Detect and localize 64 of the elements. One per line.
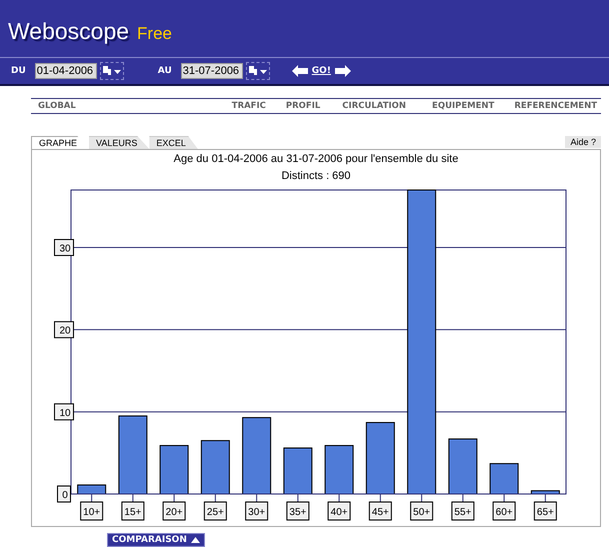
x-tick-label: 30+ — [248, 507, 266, 518]
x-tick-label: 50+ — [410, 502, 434, 520]
bar — [448, 438, 478, 494]
calendar-dropdown[interactable] — [246, 62, 270, 80]
x-tick-label: 65+ — [534, 502, 557, 520]
nav-link[interactable]: GLOBAL — [38, 101, 76, 111]
left-arrow-icon[interactable] — [292, 65, 308, 77]
bar — [77, 484, 106, 494]
caret-up-icon — [190, 537, 200, 543]
y-tick-label: 20 — [54, 321, 74, 338]
edition-label: Free — [137, 24, 172, 44]
nav-link[interactable]: REFERENCEMENT — [514, 101, 597, 111]
x-tick-label: 65+ — [536, 507, 554, 518]
y-tick-label: 30 — [59, 244, 71, 255]
calendar-dropdown[interactable] — [100, 62, 124, 80]
from-date-field[interactable]: 01-04-2006 — [34, 63, 97, 79]
x-tick-label: 35+ — [289, 507, 307, 518]
nav-link[interactable]: EQUIPEMENT — [432, 101, 494, 111]
from-label: DU — [11, 66, 26, 76]
to-date-field[interactable]: 31-07-2006 — [180, 63, 243, 79]
bar — [490, 463, 519, 494]
x-tick-label: 55+ — [454, 507, 472, 518]
bar — [283, 448, 312, 494]
tab[interactable]: VALEURS — [89, 136, 150, 149]
y-tick-label: 30 — [54, 239, 74, 256]
x-tick-label: 15+ — [121, 502, 144, 520]
nav-link[interactable]: TRAFIC — [232, 101, 266, 111]
x-tick-label: 20+ — [162, 502, 186, 520]
x-tick-label: 30+ — [245, 502, 268, 520]
x-tick-label: 45+ — [372, 507, 390, 518]
x-tick-label: 25+ — [204, 502, 227, 520]
bar — [324, 445, 354, 494]
help-button[interactable]: Aide ? — [565, 136, 601, 148]
x-tick-label: 15+ — [124, 507, 142, 518]
to-label: AU — [158, 66, 172, 76]
x-tick-label: 20+ — [166, 507, 183, 518]
y-tick-label: 0 — [62, 490, 68, 501]
nav-link[interactable]: PROFIL — [286, 101, 320, 111]
x-tick-label: 35+ — [286, 502, 310, 520]
x-tick-label: 45+ — [368, 502, 392, 520]
x-tick-label: 10+ — [83, 507, 100, 518]
chart-title: Age du 01-04-2006 au 31-07-2006 pour l'ensemble du site — [172, 152, 460, 167]
x-tick-label: 55+ — [451, 502, 474, 520]
x-tick-label: 60+ — [492, 502, 516, 520]
x-tick-label: 60+ — [496, 507, 513, 518]
y-tick-label: 10 — [54, 403, 74, 420]
nav-link[interactable]: CIRCULATION — [342, 101, 406, 111]
right-arrow-icon[interactable] — [334, 65, 351, 77]
y-tick-label: 10 — [59, 408, 71, 419]
y-tick-label: 0 — [57, 486, 71, 502]
bar — [200, 440, 230, 494]
app-logo: Weboscope — [8, 18, 130, 45]
x-tick-label: 25+ — [206, 507, 224, 518]
x-tick-label: 10+ — [80, 502, 104, 520]
go-link[interactable]: GO! — [312, 66, 331, 76]
comparison-button[interactable]: COMPARAISON — [107, 533, 205, 547]
tab[interactable]: EXCEL — [149, 136, 198, 149]
chart-subtitle: Distincts : 690 — [280, 169, 352, 184]
x-tick-label: 40+ — [328, 502, 351, 520]
x-tick-label: 40+ — [330, 507, 348, 518]
bar — [530, 490, 560, 494]
x-tick-label: 50+ — [413, 507, 430, 518]
y-tick-label: 20 — [59, 326, 71, 337]
bar — [160, 445, 189, 494]
